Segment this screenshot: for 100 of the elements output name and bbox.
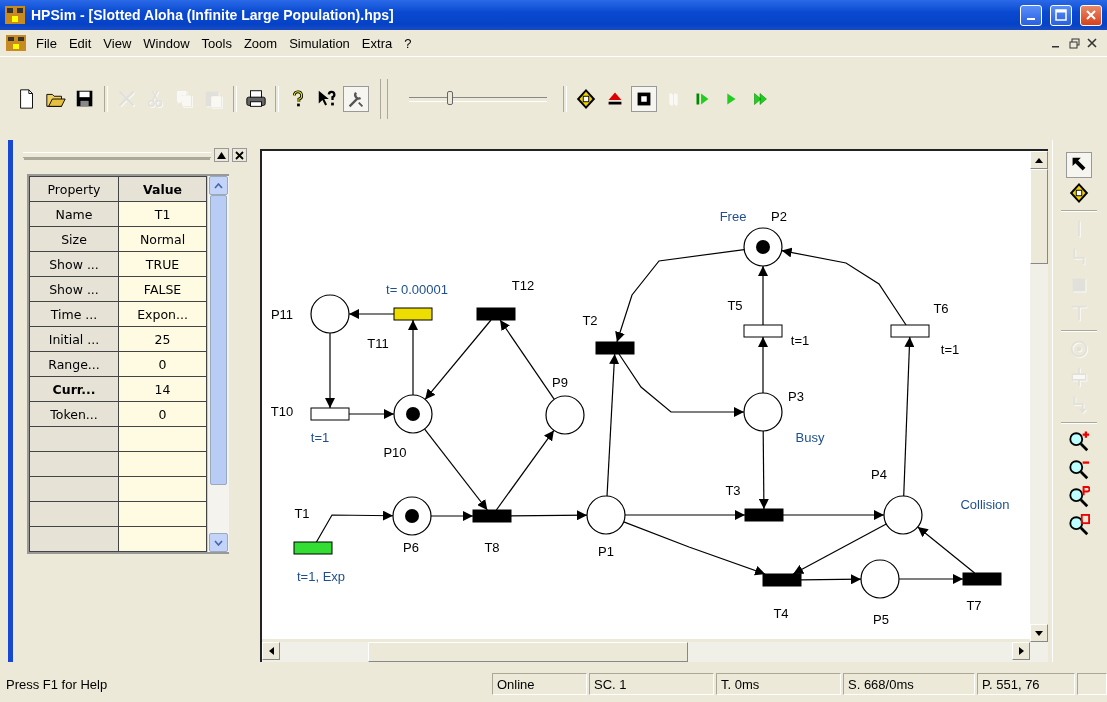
triangle-right-icon (1018, 647, 1024, 655)
property-value[interactable]: T1 (118, 201, 207, 227)
maximize-icon (1055, 9, 1067, 21)
menu-item[interactable]: Edit (62, 33, 98, 53)
arc-arrow (758, 336, 768, 394)
place-node[interactable] (586, 495, 626, 535)
node-label: T11 (367, 336, 389, 351)
property-name: Token... (29, 401, 119, 427)
delay-label: t=1 (310, 430, 330, 445)
panel-grip[interactable] (23, 152, 211, 158)
property-value[interactable]: 0 (118, 351, 207, 377)
property-value[interactable]: Normal (118, 226, 207, 252)
node-label: P6 (403, 540, 419, 555)
node-label: P1 (598, 544, 614, 559)
transition-bar[interactable] (743, 324, 783, 338)
menu-item[interactable]: Extra (355, 33, 399, 53)
triangle-up-icon (217, 151, 226, 159)
column-header: Value (118, 176, 207, 202)
node-note: Collision (960, 497, 1010, 512)
close-icon (1085, 9, 1097, 21)
property-name: Name (29, 201, 119, 227)
place-node[interactable] (393, 394, 433, 434)
close-button[interactable] (1080, 4, 1102, 26)
triangle-up-icon (1035, 157, 1043, 163)
property-value[interactable]: 0 (118, 401, 207, 427)
triangle-down-icon (1035, 630, 1043, 636)
transition-bar[interactable] (393, 307, 433, 321)
transition-bar[interactable] (762, 573, 802, 587)
scroll-left-button[interactable] (262, 642, 280, 660)
menu-item[interactable]: View (97, 33, 138, 53)
transition-bar[interactable] (476, 307, 516, 321)
minimize-button[interactable] (1020, 4, 1042, 26)
document-icon[interactable] (6, 35, 26, 51)
node-label: P10 (383, 445, 407, 460)
close-icon (235, 150, 244, 160)
arc-arrow (758, 265, 768, 326)
transition-bar[interactable] (744, 508, 784, 522)
transition-bar[interactable] (595, 341, 635, 355)
place-node[interactable] (545, 395, 585, 435)
status-panel: T. 0ms (716, 673, 841, 695)
delay-label: t=1, Exp (296, 569, 346, 584)
transition-bar[interactable] (962, 572, 1002, 586)
place-node[interactable] (743, 227, 783, 267)
property-value[interactable]: 14 (118, 376, 207, 402)
window-title: HPSim - [Slotted Aloha (Infinite Large Population).hps] (31, 7, 395, 23)
node-label: P3 (788, 389, 804, 404)
status-panel: SC. 1 (589, 673, 714, 695)
help-text: Press F1 for Help (6, 676, 109, 692)
minimize-icon (1027, 18, 1035, 20)
place-node[interactable] (392, 496, 432, 536)
node-note: Busy (795, 430, 825, 445)
place-node[interactable] (310, 294, 350, 334)
menu-item[interactable]: File (30, 33, 63, 53)
node-label: T7 (966, 598, 982, 613)
node-label: T3 (725, 483, 741, 498)
status-panel: Online (492, 673, 587, 695)
menu-item[interactable]: Tools (195, 33, 238, 53)
node-label: P4 (871, 467, 887, 482)
scroll-right-button[interactable] (1012, 642, 1030, 660)
menu-item[interactable]: ? (398, 33, 418, 53)
node-label: T4 (773, 606, 789, 621)
node-label: T10 (270, 404, 294, 419)
menu-item[interactable]: Simulation (283, 33, 356, 53)
delay-label: t=1 (790, 333, 810, 348)
transition-bar[interactable] (472, 509, 512, 523)
menu-item[interactable]: Window (137, 33, 196, 53)
scrollbar-thumb[interactable] (210, 195, 228, 485)
property-name: Curr... (29, 376, 119, 402)
node-label: T8 (484, 540, 500, 555)
node-label: P9 (552, 375, 568, 390)
property-name: Show ... (29, 251, 119, 277)
status-panel (1077, 673, 1107, 695)
node-label: P11 (270, 307, 294, 322)
toolbar-grip[interactable] (380, 78, 388, 119)
place-node[interactable] (743, 392, 783, 432)
menu-item[interactable]: Zoom (237, 33, 284, 53)
triangle-left-icon (268, 647, 274, 655)
slider-thumb[interactable] (447, 90, 454, 105)
node-label: T1 (294, 506, 310, 521)
node-label: T5 (727, 298, 743, 313)
panel-close-button[interactable] (232, 148, 247, 162)
property-name: Show ... (29, 276, 119, 302)
maximize-button[interactable] (1050, 4, 1072, 26)
arc-arrow (348, 409, 395, 419)
transition-bar[interactable] (890, 324, 930, 338)
node-label: P2 (771, 209, 787, 224)
panel-up-button[interactable] (214, 148, 229, 162)
node-label: T6 (933, 301, 949, 316)
status-panel: P. 551, 76 (977, 673, 1075, 695)
node-label: T2 (582, 313, 598, 328)
property-value[interactable]: 25 (118, 326, 207, 352)
transition-bar[interactable] (293, 541, 333, 555)
property-value[interactable]: FALSE (118, 276, 207, 302)
place-node[interactable] (883, 495, 923, 535)
property-value[interactable]: Expon... (118, 301, 207, 327)
property-value[interactable]: TRUE (118, 251, 207, 277)
property-name: Initial ... (29, 326, 119, 352)
transition-bar[interactable] (310, 407, 350, 421)
place-node[interactable] (860, 559, 900, 599)
property-name: Time ... (29, 301, 119, 327)
